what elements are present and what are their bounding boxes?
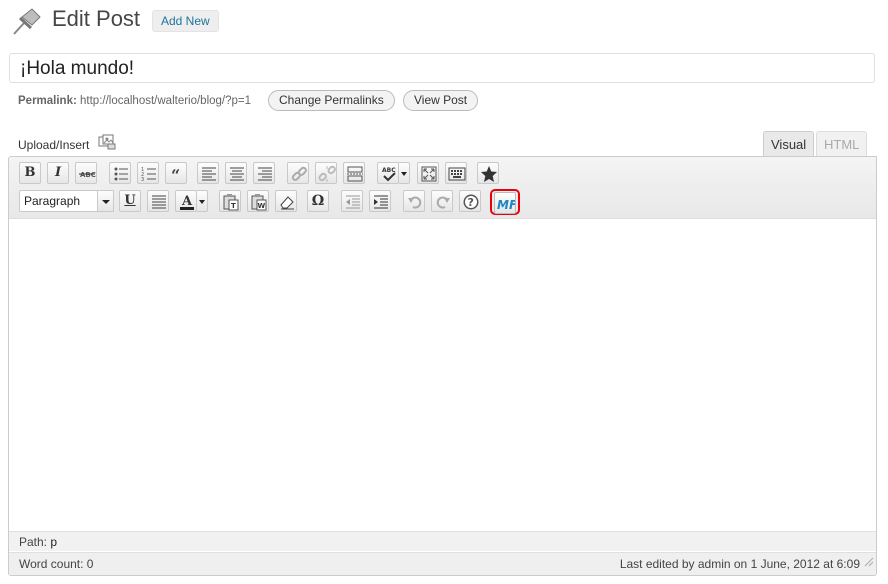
- justify-button[interactable]: [147, 190, 169, 212]
- spellcheck-button[interactable]: ABC: [377, 162, 399, 184]
- resize-handle-icon[interactable]: [864, 552, 874, 574]
- undo-icon: [408, 196, 422, 209]
- omega-icon: Ω: [311, 193, 325, 209]
- paste-word-button[interactable]: W: [247, 190, 269, 212]
- fullscreen-button[interactable]: [417, 162, 439, 184]
- clear-formatting-button[interactable]: [275, 190, 297, 212]
- pushpin-icon: [10, 6, 44, 36]
- italic-icon: I: [54, 165, 62, 180]
- more-tag-icon: [347, 166, 363, 182]
- indent-icon: [374, 195, 388, 209]
- blockquote-button[interactable]: “: [165, 162, 187, 184]
- svg-text:?: ?: [468, 196, 474, 209]
- redo-icon: [436, 196, 450, 209]
- svg-text:ABC: ABC: [80, 171, 96, 179]
- path-bar: Path: p: [9, 531, 876, 551]
- justify-icon: [152, 195, 166, 209]
- align-right-button[interactable]: [253, 162, 275, 184]
- unlink-icon: [318, 165, 336, 182]
- permalink-label: Permalink:: [18, 95, 77, 107]
- eraser-icon: [280, 196, 294, 210]
- special-character-button[interactable]: Ω: [307, 190, 329, 212]
- align-right-icon: [258, 167, 272, 181]
- post-title-input[interactable]: ¡Hola mundo!: [9, 53, 875, 83]
- paste-word-icon: W: [251, 194, 267, 211]
- spellcheck-icon: ABC: [382, 167, 396, 182]
- text-color-icon: A: [180, 194, 194, 210]
- paste-text-button[interactable]: T: [219, 190, 241, 212]
- italic-button[interactable]: I: [47, 162, 69, 184]
- blockquote-icon: “: [171, 166, 180, 183]
- help-icon: ?: [463, 194, 479, 210]
- svg-text:W: W: [258, 202, 266, 210]
- outdent-icon: [346, 195, 360, 209]
- strikethrough-button[interactable]: ABC: [75, 162, 97, 184]
- outdent-button[interactable]: [341, 190, 363, 212]
- bold-icon: B: [24, 165, 36, 180]
- redo-button[interactable]: [431, 190, 453, 212]
- align-left-button[interactable]: [197, 162, 219, 184]
- align-left-icon: [202, 167, 216, 181]
- fullscreen-icon: [421, 166, 437, 182]
- add-media-icon[interactable]: [98, 134, 116, 155]
- bullet-list-icon: [114, 167, 128, 181]
- svg-text:A: A: [181, 194, 193, 209]
- star-icon: [481, 166, 497, 182]
- align-center-icon: [230, 167, 244, 181]
- upload-insert-label: Upload/Insert: [18, 138, 90, 152]
- tab-visual[interactable]: Visual: [763, 131, 815, 157]
- bullet-list-button[interactable]: [109, 162, 131, 184]
- svg-text:“: “: [171, 166, 180, 183]
- editor-content-area[interactable]: [9, 219, 876, 531]
- text-color-button[interactable]: A: [175, 190, 197, 212]
- status-bar: Word count: 0 Last edited by admin on 1 …: [9, 552, 876, 575]
- bold-button[interactable]: B: [19, 162, 41, 184]
- view-post-button[interactable]: View Post: [403, 90, 479, 111]
- align-center-button[interactable]: [225, 162, 247, 184]
- spellcheck-language-dropdown[interactable]: [399, 162, 410, 184]
- word-count: Word count: 0: [19, 557, 94, 571]
- svg-text:3: 3: [141, 177, 144, 183]
- numbered-list-icon: 123: [141, 167, 156, 183]
- kitchen-sink-button[interactable]: [445, 162, 467, 184]
- kitchen-sink-icon: [448, 167, 466, 181]
- underline-icon: U: [124, 193, 136, 208]
- paste-text-icon: T: [223, 194, 239, 211]
- star-button[interactable]: [477, 162, 499, 184]
- editor-toolbar: B I ABC 123 “ ABC Paragraph U A T W Ω ? …: [9, 157, 876, 219]
- editor: B I ABC 123 “ ABC Paragraph U A T W Ω ? …: [8, 156, 877, 576]
- svg-text:MF: MF: [497, 198, 515, 212]
- undo-button[interactable]: [403, 190, 425, 212]
- indent-button[interactable]: [369, 190, 391, 212]
- text-color-dropdown[interactable]: [197, 190, 208, 212]
- permalink-url[interactable]: http://localhost/walterio/blog/?p=1: [80, 95, 251, 107]
- unlink-button[interactable]: [315, 162, 337, 184]
- link-icon: [291, 166, 307, 181]
- underline-button[interactable]: U: [119, 190, 141, 212]
- mf-button[interactable]: MF: [494, 192, 516, 214]
- format-dropdown-arrow[interactable]: [97, 190, 114, 212]
- mf-icon: MF: [497, 198, 515, 212]
- page-title: Edit Post: [52, 6, 141, 31]
- last-edited: Last edited by admin on 1 June, 2012 at …: [619, 557, 860, 571]
- svg-text:T: T: [231, 202, 236, 210]
- path-label: Path:: [19, 535, 48, 549]
- add-new-button[interactable]: Add New: [152, 10, 219, 32]
- tab-html[interactable]: HTML: [816, 131, 868, 157]
- strikethrough-icon: ABC: [79, 171, 96, 179]
- path-element[interactable]: p: [50, 535, 57, 549]
- insert-more-button[interactable]: [343, 162, 365, 184]
- permalink-row: Permalink: http://localhost/walterio/blo…: [18, 94, 251, 108]
- help-button[interactable]: ?: [459, 190, 481, 212]
- change-permalinks-button[interactable]: Change Permalinks: [268, 90, 395, 111]
- insert-link-button[interactable]: [287, 162, 309, 184]
- numbered-list-button[interactable]: 123: [137, 162, 159, 184]
